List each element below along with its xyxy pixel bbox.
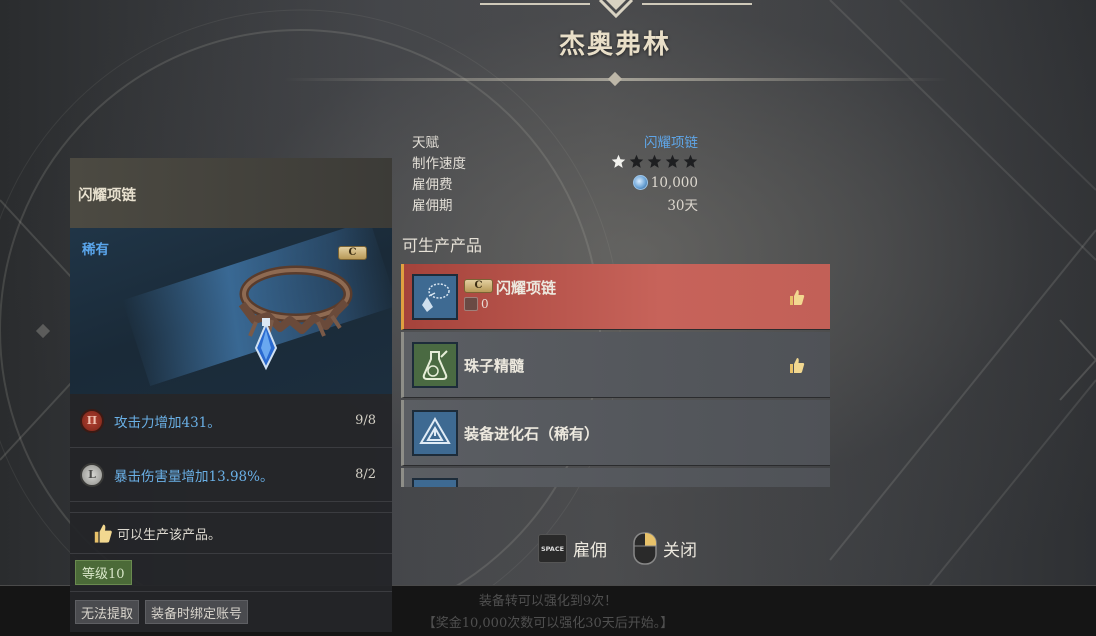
stat-count: 8/2 (355, 467, 376, 482)
space-key-icon[interactable]: SPACE (538, 534, 567, 563)
star-empty-icon (647, 154, 662, 168)
silver-coin-icon (632, 175, 648, 190)
tag-account-bind: 装备时绑定账号 (145, 600, 249, 624)
thumbs-up-icon (94, 524, 112, 543)
product-name: 闪耀项链 (496, 279, 557, 297)
info-row-period: 雇佣期 30天 (412, 193, 698, 214)
potion-flask-icon (412, 342, 458, 388)
product-item-bead-essence[interactable]: 珠子精髓 (401, 332, 830, 398)
product-item-evolution-stone[interactable]: 装备进化石（稀有） (401, 400, 830, 466)
item-name: 闪耀项链 (70, 158, 392, 228)
product-name: 珠子精髓 (464, 357, 525, 375)
header-ornament (480, 0, 752, 19)
tags-row: 无法提取 装备时绑定账号 (70, 592, 392, 632)
product-count-wrap: 0 (464, 297, 489, 311)
item-stats: Π 攻击力增加431。 9/8 L 暴击伤害量增加13.98%。 8/2 可以生… (70, 394, 392, 632)
produce-note-text: 可以生产该产品。 (117, 527, 222, 543)
thumbs-up-icon (790, 290, 805, 305)
crit-rune-icon: L (80, 462, 104, 487)
product-name: 装备进化石（稀有） (464, 425, 600, 443)
npc-info: 天赋 闪耀项链 制作速度 雇佣费 10,000 雇佣期 30天 (412, 130, 698, 214)
mouse-right-click-icon (633, 532, 657, 565)
item-image-panel: 稀有 C (70, 228, 392, 394)
fee-value-wrap: 10,000 (632, 174, 698, 191)
speed-label: 制作速度 (412, 155, 466, 172)
stat-row-crit: L 暴击伤害量增加13.98%。 8/2 (70, 448, 392, 502)
level-row: 等级10 (70, 554, 392, 592)
material-icon (464, 297, 478, 311)
thumbs-up-icon (790, 358, 805, 373)
star-empty-icon (629, 154, 644, 168)
item-detail-card: 闪耀项链 稀有 C Π 攻击力增加431。 9/8 L 暴击伤害量增加13.98… (70, 158, 392, 632)
star-empty-icon (665, 154, 680, 168)
grade-badge: C (464, 279, 493, 293)
level-tag: 等级10 (75, 560, 132, 585)
star-filled-icon (611, 154, 626, 168)
tag-no-extract: 无法提取 (75, 600, 140, 624)
products-list[interactable]: C 闪耀项链 0 珠子精髓 装备进化石（稀有） (401, 263, 831, 487)
info-row-fee: 雇佣费 10,000 (412, 172, 698, 193)
product-item-necklace[interactable]: C 闪耀项链 0 (401, 264, 830, 330)
necklace-icon (412, 274, 458, 320)
talent-value[interactable]: 闪耀项链 (644, 131, 698, 151)
talent-label: 天赋 (412, 134, 439, 151)
evolution-stone-icon (412, 410, 458, 456)
item-rarity: 稀有 (82, 242, 109, 258)
product-icon (412, 478, 458, 487)
products-title: 可生产产品 (402, 236, 483, 255)
stat-text: 攻击力增加431。 (114, 414, 221, 431)
stat-row-attack: Π 攻击力增加431。 9/8 (70, 394, 392, 448)
close-button[interactable]: 关闭 (663, 536, 697, 561)
stat-text: 暴击伤害量增加13.98%。 (114, 468, 274, 485)
info-row-speed: 制作速度 (412, 151, 698, 172)
hire-button[interactable]: 雇佣 (573, 536, 607, 561)
stat-count: 9/8 (355, 413, 376, 428)
key-hints: SPACE 雇佣 关闭 (538, 532, 697, 565)
npc-name: 杰奥弗林 (558, 30, 671, 60)
produce-note: 可以生产该产品。 (70, 512, 392, 554)
period-value: 30天 (667, 197, 698, 214)
product-count: 0 (481, 297, 489, 311)
fee-label: 雇佣费 (412, 176, 453, 193)
period-label: 雇佣期 (412, 197, 453, 214)
speed-stars (611, 154, 698, 169)
necklace-item-image (238, 265, 353, 371)
attack-rune-icon: Π (80, 408, 104, 433)
product-item-partial[interactable] (401, 468, 830, 487)
info-row-talent: 天赋 闪耀项链 (412, 130, 698, 151)
star-empty-icon (683, 154, 698, 168)
fee-value: 10,000 (650, 174, 698, 191)
